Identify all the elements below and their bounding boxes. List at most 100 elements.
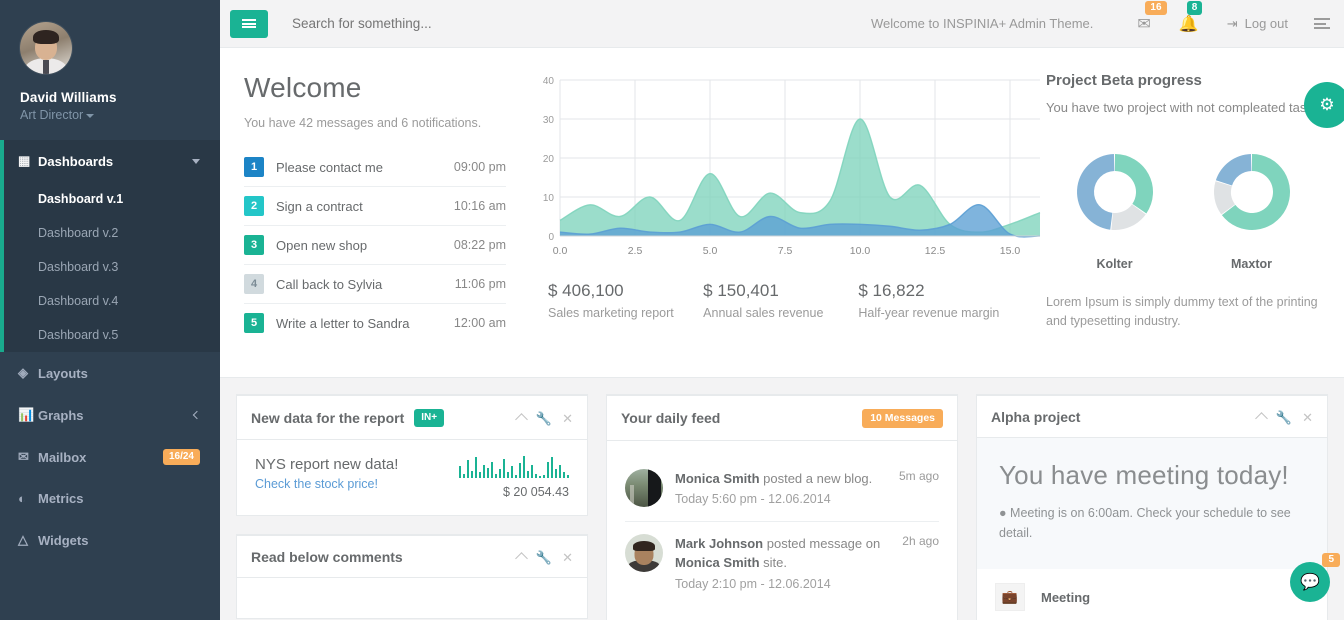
wrench-icon[interactable]: 🔧 <box>536 551 552 564</box>
sidebar-item-mailbox[interactable]: ✉ Mailbox 16/24 <box>0 436 220 478</box>
todo-item[interactable]: 4 Call back to Sylvia 11:06 pm <box>244 265 506 304</box>
project-beta-column: Project Beta progress You have two proje… <box>1030 72 1320 357</box>
avatar[interactable] <box>20 22 72 74</box>
panel-body <box>237 578 587 618</box>
theme-settings-button[interactable]: ⚙ <box>1304 82 1344 128</box>
sparkline-bar <box>558 464 561 478</box>
search-input[interactable] <box>292 16 592 31</box>
panel-new-data: New data for the report IN+ 🔧 ✕ NYS repo… <box>236 394 588 516</box>
wrench-icon[interactable]: 🔧 <box>536 412 552 425</box>
sidebar-item-label: Dashboards <box>38 153 114 169</box>
chevron-up-icon[interactable] <box>1255 412 1268 425</box>
profile-name: David Williams <box>20 90 117 105</box>
sidebar-item-widgets[interactable]: △ Widgets <box>0 519 220 561</box>
profile-role[interactable]: Art Director <box>20 108 200 122</box>
panel-tools: 🔧 ✕ <box>1255 411 1313 425</box>
nys-left: NYS report new data! Check the stock pri… <box>255 456 398 491</box>
todo-list: 1 Please contact me 09:00 pm 2 Sign a co… <box>244 148 506 342</box>
top-navbar: Welcome to INSPINIA+ Admin Theme. ✉ 16 🔔… <box>220 0 1344 48</box>
wrench-icon[interactable]: 🔧 <box>1276 411 1292 424</box>
donut-segment-blue <box>1076 153 1114 230</box>
welcome-message: Welcome to INSPINIA+ Admin Theme. <box>870 16 1094 31</box>
panel-header: Alpha project 🔧 ✕ <box>977 396 1327 438</box>
avatar-tie <box>43 60 49 74</box>
sidebar-item-dashboard-v4[interactable]: Dashboard v.4 <box>4 284 220 318</box>
panel-title: Read below comments <box>251 549 403 565</box>
feed-item[interactable]: Mark Johnson posted message on Monica Sm… <box>625 522 939 606</box>
welcome-column: Welcome You have 42 messages and 6 notif… <box>244 72 516 357</box>
menu-toggle-button[interactable] <box>230 9 268 38</box>
sparkline-bar <box>554 469 557 478</box>
feed-author: Monica Smith <box>675 470 760 486</box>
stat-value: $ 406,100 <box>548 281 624 300</box>
svg-text:5.0: 5.0 <box>703 245 718 257</box>
sidebar-nav-rest: ◈ Layouts 📊 Graphs ✉ Mailbox 16/24 ◐ Met… <box>0 352 220 561</box>
bar-chart-icon: 📊 <box>18 407 35 422</box>
sidebar-item-dashboard-v1[interactable]: Dashboard v.1 <box>4 182 220 216</box>
feed-action: posted a new blog. <box>759 470 873 486</box>
gears-icon: ⚙ <box>1319 95 1335 114</box>
alpha-list-item[interactable]: 💼 Meeting <box>977 569 1327 620</box>
sidebar-item-label: Graphs <box>38 407 84 423</box>
briefcase-icon: 💼 <box>995 583 1025 611</box>
todo-item[interactable]: 1 Please contact me 09:00 pm <box>244 148 506 187</box>
todo-text: Write a letter to Sandra <box>276 315 410 331</box>
right-sidebar-toggle[interactable] <box>1314 18 1330 29</box>
panel-tools: 🔧 ✕ <box>515 551 573 565</box>
todo-number: 4 <box>244 274 264 294</box>
logout-button[interactable]: ⇥ Log out <box>1227 16 1288 32</box>
close-icon[interactable]: ✕ <box>562 551 573 564</box>
sidebar-item-graphs[interactable]: 📊 Graphs <box>0 394 220 436</box>
close-icon[interactable]: ✕ <box>1302 411 1313 424</box>
bell-icon[interactable]: 🔔 8 <box>1179 0 1203 34</box>
sidebar-nav: ▦ Dashboards <box>0 140 220 182</box>
man-photo-avatar <box>625 533 663 572</box>
welcome-subtitle: You have 42 messages and 6 notifications… <box>244 116 482 130</box>
list-icon-line <box>1314 22 1326 25</box>
feed-body: Monica Smith posted a new blog. Today 5:… <box>675 469 879 509</box>
panel-daily-feed: Your daily feed 10 Messages Monica Smith… <box>606 394 958 620</box>
stat-sales-marketing: $ 406,100 Sales marketing report <box>548 281 703 320</box>
hamburger-line <box>242 22 256 25</box>
chevron-up-icon[interactable] <box>515 552 528 565</box>
todo-item[interactable]: 3 Open new shop 08:22 pm <box>244 226 506 265</box>
feed-date: Today 2:10 pm - 12.06.2014 <box>675 576 831 591</box>
mail-icon[interactable]: ✉ 16 <box>1137 0 1167 34</box>
chat-button[interactable]: 💬 5 <box>1290 553 1340 602</box>
todo-number: 2 <box>244 196 264 216</box>
sidebar-item-dashboard-v2[interactable]: Dashboard v.2 <box>4 216 220 250</box>
sidebar-item-dashboards[interactable]: ▦ Dashboards <box>0 140 220 182</box>
todo-item[interactable]: 5 Write a letter to Sandra 12:00 am <box>244 304 506 342</box>
sidebar-item-layouts[interactable]: ◈ Layouts <box>0 352 220 394</box>
svg-text:15.0: 15.0 <box>1000 245 1021 257</box>
chevron-up-icon[interactable] <box>515 413 528 426</box>
todo-time: 08:22 pm <box>453 238 506 252</box>
sidebar-item-metrics[interactable]: ◐ Metrics <box>0 478 220 519</box>
todo-time: 11:06 pm <box>454 277 506 291</box>
panel-header: New data for the report IN+ 🔧 ✕ <box>237 396 587 440</box>
feed-action-tail: site. <box>759 555 787 571</box>
todo-item[interactable]: 2 Sign a contract 10:16 am <box>244 187 506 226</box>
feed-action: posted message on <box>763 535 881 551</box>
sparkline-bar <box>526 470 529 478</box>
feed-item[interactable]: Monica Smith posted a new blog. Today 5:… <box>625 457 939 522</box>
close-icon[interactable]: ✕ <box>562 412 573 425</box>
todo-text: Please contact me <box>276 159 383 175</box>
svg-text:0.0: 0.0 <box>553 245 568 257</box>
stat-value: $ 150,401 <box>703 281 779 300</box>
svg-text:7.5: 7.5 <box>778 245 793 257</box>
sparkline-bar <box>546 461 549 478</box>
sparkline-bar <box>458 466 461 478</box>
panel-header: Your daily feed 10 Messages <box>607 396 957 441</box>
logout-label: Log out <box>1244 16 1288 31</box>
panel-title: Alpha project <box>991 409 1081 425</box>
nys-link[interactable]: Check the stock price! <box>255 477 398 491</box>
sidebar-item-dashboard-v3[interactable]: Dashboard v.3 <box>4 250 220 284</box>
envelope-icon: ✉ <box>18 449 29 464</box>
messages-badge: 10 Messages <box>862 409 943 428</box>
sidebar-item-dashboard-v5[interactable]: Dashboard v.5 <box>4 318 220 352</box>
stats-row: $ 406,100 Sales marketing report $ 150,4… <box>532 281 1014 320</box>
app-root: David Williams Art Director ▦ Dashboards… <box>0 0 1344 620</box>
panel-comments: Read below comments 🔧 ✕ <box>236 534 588 619</box>
donut-segment-blue <box>1215 153 1251 186</box>
